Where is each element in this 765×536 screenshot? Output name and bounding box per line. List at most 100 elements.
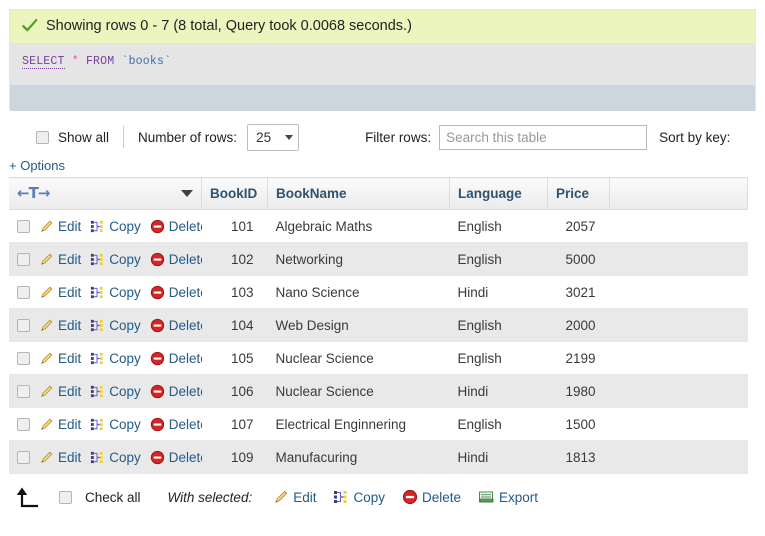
row-copy-label: Copy — [109, 383, 141, 399]
sort-by-key-group: Sort by key: — [659, 130, 730, 145]
sort-direction-control[interactable]: ←T→ — [17, 185, 50, 201]
pencil-icon — [41, 418, 53, 430]
cell-bookid: 105 — [201, 341, 268, 375]
row-delete-button[interactable]: Delete — [150, 285, 202, 300]
header-price[interactable]: Price — [547, 177, 610, 210]
row-delete-button[interactable]: Delete — [150, 351, 202, 366]
row-delete-button[interactable]: Delete — [150, 450, 202, 465]
row-copy-label: Copy — [109, 350, 141, 366]
cell-bookname: Networking — [267, 242, 450, 276]
bulk-copy-button[interactable]: Copy — [333, 489, 385, 505]
sql-query-box[interactable]: SELECT * FROM `books` — [10, 44, 755, 84]
row-select-checkbox[interactable] — [17, 318, 30, 332]
row-actions-cell: Edit Copy Delete — [9, 440, 202, 474]
row-copy-button[interactable]: Copy — [90, 450, 141, 465]
table-row[interactable]: Edit Copy Delete106Nuclear ScienceHindi198… — [9, 374, 748, 408]
row-delete-button[interactable]: Delete — [150, 384, 202, 399]
row-copy-button[interactable]: Copy — [90, 351, 141, 366]
sql-tick-open: ` — [121, 55, 129, 68]
row-select-checkbox[interactable] — [17, 384, 30, 398]
row-edit-button[interactable]: Edit — [39, 285, 81, 300]
copy-icon — [91, 319, 103, 331]
table-row[interactable]: Edit Copy Delete104Web DesignEnglish2000 — [9, 308, 748, 342]
header-spacer — [609, 177, 748, 210]
row-edit-label: Edit — [58, 218, 82, 234]
cell-spacer — [609, 275, 748, 309]
export-icon — [479, 491, 494, 503]
options-toggle-link[interactable]: + Options — [0, 145, 65, 177]
table-row[interactable]: Edit Copy Delete101Algebraic MathsEnglish2… — [9, 209, 748, 243]
cell-language: English — [449, 341, 548, 375]
show-all-checkbox[interactable] — [36, 130, 49, 144]
row-select-checkbox[interactable] — [17, 285, 30, 299]
row-copy-button[interactable]: Copy — [90, 285, 141, 300]
row-edit-button[interactable]: Edit — [39, 450, 81, 465]
row-select-checkbox[interactable] — [17, 417, 30, 431]
row-copy-button[interactable]: Copy — [90, 417, 141, 432]
bulk-delete-label: Delete — [421, 489, 462, 505]
row-edit-button[interactable]: Edit — [39, 384, 81, 399]
cell-language: Hindi — [449, 374, 548, 408]
row-edit-label: Edit — [58, 317, 82, 333]
filter-rows-input[interactable]: Search this table — [439, 124, 648, 150]
header-bookname[interactable]: BookName — [267, 177, 450, 210]
table-row[interactable]: EditCopyDelete107Electrical EnginneringE… — [9, 407, 748, 441]
check-all-label: Check all — [85, 489, 141, 505]
row-select-checkbox[interactable] — [17, 252, 30, 266]
table-row[interactable]: Edit Copy Delete105Nuclear ScienceEnglish2… — [9, 341, 748, 375]
bulk-export-button[interactable]: Export — [478, 489, 538, 505]
row-select-checkbox[interactable] — [17, 450, 30, 464]
row-delete-button[interactable]: Delete — [150, 318, 202, 333]
scroll-to-top-icon[interactable] — [14, 486, 40, 508]
cell-price: 2000 — [547, 308, 610, 342]
check-all-checkbox[interactable] — [59, 490, 72, 504]
row-copy-button[interactable]: Copy — [90, 318, 141, 333]
delete-icon — [150, 285, 164, 299]
rows-per-page-select[interactable]: 25 — [247, 123, 300, 151]
row-copy-button[interactable]: Copy — [90, 384, 141, 399]
table-row[interactable]: Edit Copy Delete103Nano ScienceHindi3021 — [9, 275, 748, 309]
row-copy-button[interactable]: Copy — [90, 252, 141, 267]
copy-icon — [91, 286, 103, 298]
row-select-checkbox[interactable] — [17, 219, 30, 233]
row-select-checkbox[interactable] — [17, 351, 30, 365]
cell-spacer — [609, 407, 748, 441]
row-delete-button[interactable]: Delete — [150, 252, 202, 267]
row-delete-label: Delete — [168, 218, 202, 234]
cell-spacer — [609, 374, 748, 408]
row-copy-label: Copy — [109, 284, 141, 300]
header-actions[interactable]: ←T→ — [9, 177, 202, 210]
row-edit-button[interactable]: Edit — [39, 219, 81, 234]
row-actions-cell: Edit Copy Delete — [9, 407, 202, 441]
header-bookid[interactable]: BookID — [201, 177, 268, 210]
row-edit-label: Edit — [58, 416, 82, 432]
cell-price: 2199 — [547, 341, 610, 375]
row-delete-button[interactable]: Delete — [150, 219, 202, 234]
bulk-edit-label: Edit — [293, 489, 317, 505]
table-row[interactable]: Edit Copy Delete109ManufacuringHindi1813 — [9, 440, 748, 474]
row-edit-button[interactable]: Edit — [39, 252, 81, 267]
row-edit-button[interactable]: Edit — [39, 351, 81, 366]
row-actions-cell: Edit Copy Delete — [9, 275, 202, 309]
table-row[interactable]: Edit Copy Delete102NetworkingEnglish5000 — [9, 242, 748, 276]
row-delete-button[interactable]: Delete — [150, 417, 202, 432]
show-all-group[interactable]: Show all — [36, 130, 109, 145]
row-edit-button[interactable]: Edit — [39, 318, 81, 333]
copy-icon — [91, 220, 103, 232]
cell-language: English — [449, 308, 548, 342]
with-selected-label: With selected: — [167, 489, 253, 505]
cell-spacer — [609, 440, 748, 474]
row-delete-label: Delete — [168, 251, 202, 267]
cell-price: 3021 — [547, 275, 610, 309]
bulk-delete-button[interactable]: Delete — [402, 489, 461, 505]
header-dropdown-icon[interactable] — [181, 189, 193, 197]
bulk-edit-button[interactable]: Edit — [273, 489, 316, 505]
green-check-icon — [22, 18, 38, 34]
row-edit-label: Edit — [58, 350, 82, 366]
row-copy-button[interactable]: Copy — [90, 219, 141, 234]
pencil-icon — [41, 220, 53, 232]
delete-icon — [150, 384, 164, 398]
row-edit-button[interactable]: Edit — [39, 417, 81, 432]
header-language[interactable]: Language — [449, 177, 548, 210]
bulk-export-label: Export — [499, 489, 539, 505]
